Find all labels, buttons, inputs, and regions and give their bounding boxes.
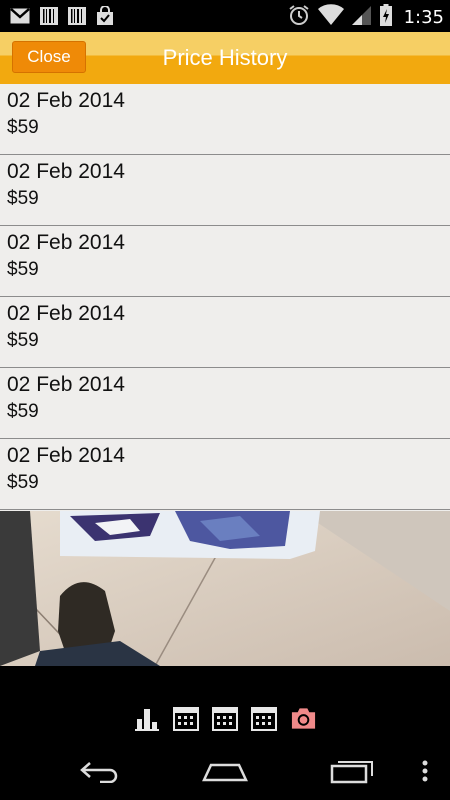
history-price: $59 [7, 401, 39, 422]
history-date: 02 Feb 2014 [7, 160, 125, 183]
clock-time: 1:35 [403, 6, 444, 28]
list-item[interactable]: 02 Feb 2014 $59 [0, 439, 450, 510]
camera-preview[interactable] [0, 511, 450, 666]
menu-icon[interactable] [412, 756, 438, 786]
history-date: 02 Feb 2014 [7, 444, 125, 467]
history-price: $59 [7, 117, 39, 138]
camera-preview-image [0, 511, 450, 666]
toolbar [0, 666, 450, 742]
back-icon[interactable] [75, 756, 125, 786]
history-date: 02 Feb 2014 [7, 373, 125, 396]
list-item[interactable]: 02 Feb 2014 $59 [0, 155, 450, 226]
list-item[interactable]: 02 Feb 2014 $59 [0, 368, 450, 439]
barcode-icon [68, 7, 86, 29]
history-date: 02 Feb 2014 [7, 231, 125, 254]
calendar-icon[interactable] [212, 704, 239, 731]
signal-icon [351, 4, 372, 30]
history-price: $59 [7, 259, 39, 280]
home-icon[interactable] [200, 756, 250, 786]
history-date: 02 Feb 2014 [7, 302, 125, 325]
camera-icon[interactable] [290, 704, 317, 731]
list-item[interactable]: 02 Feb 2014 $59 [0, 297, 450, 368]
history-price: $59 [7, 330, 39, 351]
battery-charging-icon [379, 4, 392, 30]
status-bar: 1:35 [0, 0, 450, 32]
list-item[interactable]: 02 Feb 2014 $59 [0, 226, 450, 297]
recent-apps-icon[interactable] [326, 756, 376, 786]
history-date: 02 Feb 2014 [7, 89, 125, 112]
system-icons: 1:35 [288, 4, 444, 30]
gmail-icon [10, 8, 30, 28]
alarm-icon [288, 4, 310, 30]
navigation-bar [0, 742, 450, 800]
wifi-icon [317, 4, 344, 30]
barcode-icon [40, 7, 58, 29]
page-title: Price History [162, 45, 288, 70]
action-bar: Close Price History [0, 32, 450, 84]
bar-chart-icon[interactable] [134, 704, 161, 731]
notification-icons [10, 5, 114, 30]
history-price: $59 [7, 472, 39, 493]
calendar-icon[interactable] [173, 704, 200, 731]
price-history-list: 02 Feb 2014 $59 02 Feb 2014 $59 02 Feb 2… [0, 84, 450, 511]
shopping-bag-icon [96, 5, 114, 30]
calendar-icon[interactable] [251, 704, 278, 731]
list-item[interactable]: 02 Feb 2014 $59 [0, 84, 450, 155]
history-price: $59 [7, 188, 39, 209]
